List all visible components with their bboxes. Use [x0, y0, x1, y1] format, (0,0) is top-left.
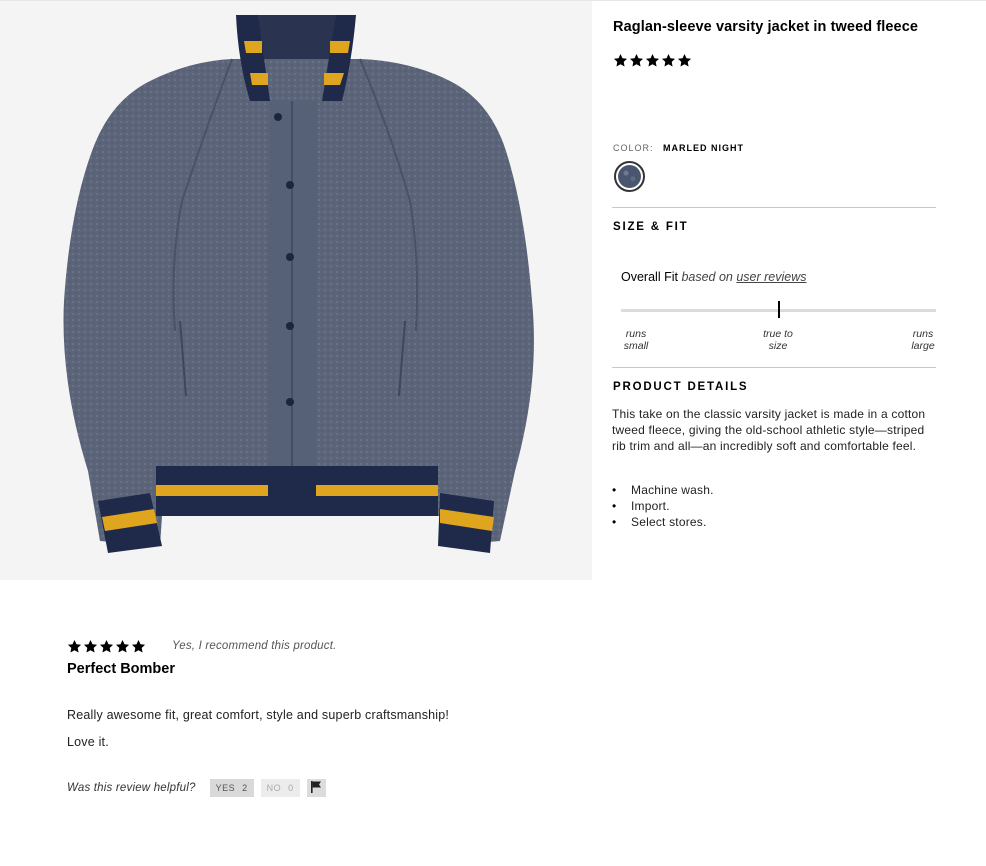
user-reviews-link[interactable]: user reviews [736, 270, 806, 284]
divider [612, 367, 936, 368]
overall-fit-label: Overall Fit [621, 270, 678, 284]
list-item: Machine wash. [612, 482, 714, 498]
product-details-heading[interactable]: PRODUCT DETAILS [613, 381, 748, 393]
fit-label-runs-small: runs small [621, 328, 651, 352]
star-icon [83, 639, 98, 654]
fit-label-line: size [768, 340, 788, 352]
helpful-yes-button[interactable]: YES 2 [209, 779, 254, 797]
product-rating[interactable] [613, 53, 692, 68]
star-icon [661, 53, 676, 68]
star-icon [629, 53, 644, 68]
fit-label-line: runs [912, 328, 934, 340]
size-fit-heading[interactable]: SIZE & FIT [613, 221, 689, 233]
fit-label-line: large [911, 340, 935, 352]
color-value: MARLED NIGHT [663, 143, 745, 153]
star-icon [67, 639, 82, 654]
no-label: NO [266, 783, 282, 793]
recommend-text: Yes, I recommend this product. [172, 640, 337, 652]
product-details-list: Machine wash. Import. Select stores. [612, 482, 714, 530]
yes-count: 2 [242, 783, 248, 793]
star-icon [677, 53, 692, 68]
fit-label-runs-large: runs large [906, 328, 940, 352]
product-title: Raglan-sleeve varsity jacket in tweed fl… [613, 19, 919, 35]
review-title: Perfect Bomber [67, 661, 175, 677]
star-icon [115, 639, 130, 654]
list-item: Select stores. [612, 514, 714, 530]
based-on-text: based on [681, 270, 733, 284]
no-count: 0 [288, 783, 294, 793]
review-body: Love it. [67, 735, 109, 749]
helpful-no-button[interactable]: NO 0 [260, 779, 300, 797]
review-body: Really awesome fit, great comfort, style… [67, 708, 450, 722]
star-icon [99, 639, 114, 654]
review-rating [67, 639, 146, 654]
review-helpful-row: Was this review helpful? YES 2 NO 0 [67, 779, 326, 797]
color-selector-label: COLOR: MARLED NIGHT [613, 143, 744, 153]
star-icon [613, 53, 628, 68]
product-description: This take on the classic varsity jacket … [612, 407, 926, 453]
yes-label: YES [215, 783, 236, 793]
color-swatch-marled-night[interactable] [614, 161, 645, 192]
swatch-fill [618, 165, 641, 188]
product-image[interactable] [0, 1, 592, 580]
list-item: Import. [612, 498, 714, 514]
fit-label-line: small [623, 340, 649, 352]
fit-label-true-to-size: true to size [757, 328, 799, 352]
fit-label-line: runs [625, 328, 647, 340]
color-label: COLOR: [613, 143, 654, 153]
helpful-question: Was this review helpful? [67, 782, 196, 794]
overall-fit-title: Overall Fit based on user reviews [621, 270, 807, 284]
divider [612, 207, 936, 208]
fit-scale-marker [777, 301, 780, 318]
report-review-button[interactable] [306, 779, 326, 797]
star-icon [645, 53, 660, 68]
flag-icon [310, 780, 322, 796]
star-icon [131, 639, 146, 654]
fit-label-line: true to [763, 328, 793, 340]
